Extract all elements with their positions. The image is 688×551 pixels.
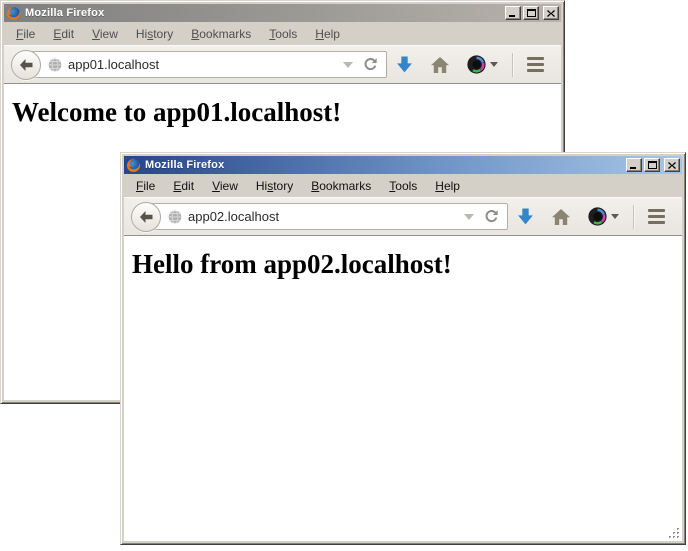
toolbar-separator	[633, 205, 634, 229]
home-icon	[552, 209, 570, 225]
page-heading: Hello from app02.localhost!	[132, 249, 682, 280]
downloads-button[interactable]	[508, 199, 543, 235]
reload-icon	[363, 57, 378, 72]
menu-history[interactable]: History	[247, 177, 302, 196]
reload-button[interactable]	[361, 53, 380, 77]
search-engine-button[interactable]	[458, 47, 507, 83]
home-button[interactable]	[543, 199, 579, 235]
chevron-down-icon	[490, 62, 498, 67]
menu-history[interactable]: History	[127, 25, 182, 44]
hamburger-icon	[527, 57, 544, 72]
back-button[interactable]	[11, 50, 41, 80]
window-title: Mozilla Firefox	[145, 159, 622, 171]
menu-edit[interactable]: Edit	[164, 177, 203, 196]
menu-button[interactable]	[518, 47, 553, 83]
navigation-toolbar: app02.localhost	[124, 197, 682, 236]
urlbar-dropdown-icon[interactable]	[464, 214, 474, 220]
menu-bookmarks[interactable]: Bookmarks	[302, 177, 380, 196]
reload-button[interactable]	[482, 205, 501, 229]
menu-file[interactable]: File	[7, 25, 44, 44]
back-arrow-icon	[139, 210, 154, 224]
maximize-button[interactable]	[523, 6, 539, 20]
site-identity-globe-icon[interactable]	[168, 210, 182, 224]
minimize-button[interactable]	[626, 158, 642, 172]
downloads-button[interactable]	[387, 47, 422, 83]
url-bar[interactable]: app02.localhost	[145, 203, 508, 230]
menubar: File Edit View History Bookmarks Tools H…	[124, 174, 682, 197]
back-button[interactable]	[131, 202, 161, 232]
search-engine-button[interactable]	[579, 199, 628, 235]
close-button[interactable]	[543, 6, 559, 20]
browser-window-app02: Mozilla Firefox File Edit View History B…	[120, 152, 686, 545]
firefox-icon	[126, 158, 141, 173]
content-area: Hello from app02.localhost!	[124, 236, 682, 541]
menu-bookmarks[interactable]: Bookmarks	[182, 25, 260, 44]
window-title: Mozilla Firefox	[25, 7, 501, 19]
navigation-toolbar: app01.localhost	[4, 45, 561, 84]
reload-icon	[484, 209, 499, 224]
menu-help[interactable]: Help	[306, 25, 349, 44]
close-button[interactable]	[664, 158, 680, 172]
search-engine-icon	[588, 207, 607, 226]
page-heading: Welcome to app01.localhost!	[12, 97, 561, 128]
menu-file[interactable]: File	[127, 177, 164, 196]
url-bar[interactable]: app01.localhost	[25, 51, 387, 78]
menu-help[interactable]: Help	[426, 177, 469, 196]
home-button[interactable]	[422, 47, 458, 83]
home-icon	[431, 57, 449, 73]
chevron-down-icon	[611, 214, 619, 219]
url-text[interactable]: app02.localhost	[188, 209, 458, 224]
menu-tools[interactable]: Tools	[260, 25, 306, 44]
toolbar-separator	[512, 53, 513, 77]
hamburger-icon	[648, 209, 665, 224]
titlebar[interactable]: Mozilla Firefox	[4, 4, 561, 22]
menu-button[interactable]	[639, 199, 674, 235]
menu-edit[interactable]: Edit	[44, 25, 83, 44]
menu-view[interactable]: View	[203, 177, 247, 196]
urlbar-dropdown-icon[interactable]	[343, 62, 353, 68]
titlebar[interactable]: Mozilla Firefox	[124, 156, 682, 174]
maximize-button[interactable]	[644, 158, 660, 172]
search-engine-icon	[467, 55, 486, 74]
resize-grip[interactable]	[667, 526, 681, 540]
menu-view[interactable]: View	[83, 25, 127, 44]
download-arrow-icon	[396, 56, 413, 74]
back-arrow-icon	[19, 58, 34, 72]
url-text[interactable]: app01.localhost	[68, 57, 337, 72]
minimize-button[interactable]	[505, 6, 521, 20]
menu-tools[interactable]: Tools	[380, 177, 426, 196]
menubar: File Edit View History Bookmarks Tools H…	[4, 22, 561, 45]
download-arrow-icon	[517, 208, 534, 226]
site-identity-globe-icon[interactable]	[48, 58, 62, 72]
firefox-icon	[6, 6, 21, 21]
